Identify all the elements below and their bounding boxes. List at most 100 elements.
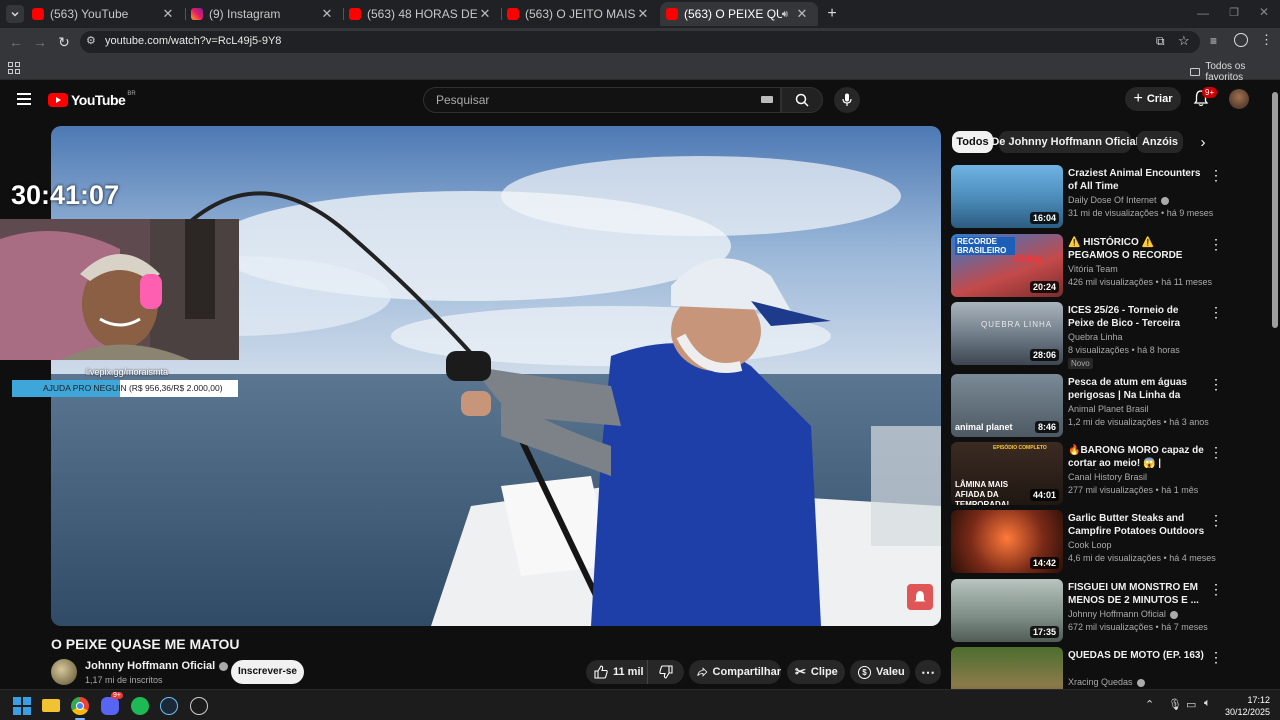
recommendation-title[interactable]: Garlic Butter Steaks and Campfire Potato… [1068, 512, 1206, 538]
more-options-icon[interactable]: ⋮ [1209, 304, 1223, 320]
search-button[interactable] [781, 87, 823, 113]
recommendation-channel[interactable]: Canal History Brasil [1068, 472, 1147, 482]
bell-subscribe-overlay-button[interactable] [907, 584, 933, 610]
close-tab-icon[interactable]: ✕ [319, 6, 335, 22]
create-button[interactable]: + Criar [1125, 87, 1181, 111]
recommendation-item[interactable]: 16:04 Craziest Animal Encounters of All T… [951, 165, 1271, 229]
recommendation-channel[interactable]: Xracing Quedas [1068, 677, 1145, 687]
network-icon[interactable]: ▭ [1186, 698, 1196, 711]
discord-icon[interactable]: 9+ [101, 692, 123, 715]
tab-search-button[interactable] [6, 5, 24, 23]
apps-grid-icon[interactable] [8, 62, 20, 74]
avatar[interactable] [1229, 89, 1249, 109]
more-options-icon[interactable]: ⋮ [1209, 444, 1223, 460]
browser-tab[interactable]: (9) Instagram ✕ [185, 2, 343, 26]
scrollbar-thumb[interactable] [1272, 92, 1278, 328]
minimize-button[interactable]: — [1195, 6, 1211, 22]
volume-icon[interactable]: 🔈︎ [1204, 697, 1211, 710]
recommendation-item[interactable]: 14:42 Garlic Butter Steaks and Campfire P… [951, 510, 1271, 574]
channel-avatar[interactable] [51, 659, 77, 685]
recommendation-channel[interactable]: Johnny Hoffmann Oficial [1068, 609, 1178, 619]
keyboard-icon[interactable] [761, 96, 773, 103]
browser-tab[interactable]: (563) O JEITO MAIS PERIGOSO D ✕ [501, 2, 659, 26]
browser-tab[interactable]: (563) 48 HORAS DE PESCARIA N ✕ [343, 2, 501, 26]
recommendation-title[interactable]: Craziest Animal Encounters of All Time [1068, 167, 1206, 193]
recommendation-item[interactable]: 17:35 FISGUEI UM MONSTRO EM MENOS DE 2 MI… [951, 579, 1271, 643]
close-tab-icon[interactable]: ✕ [160, 6, 176, 22]
youtube-logo[interactable]: YouTube BR [48, 91, 136, 109]
media-controls-icon[interactable]: ≡ [1210, 34, 1217, 48]
install-app-icon[interactable]: ⧉ [1156, 34, 1165, 49]
more-options-icon[interactable]: ⋮ [1209, 581, 1223, 597]
steam-icon[interactable] [160, 697, 178, 715]
video-thumbnail[interactable]: 28:06 QUEBRA LINHA [951, 302, 1063, 365]
close-tab-icon[interactable]: ✕ [477, 6, 493, 22]
more-options-icon[interactable]: ⋮ [1209, 376, 1223, 392]
video-thumbnail[interactable]: 16:04 [951, 165, 1063, 228]
speaker-icon[interactable]: 🔊︎ [782, 9, 788, 20]
recommendation-item[interactable]: 44:01 EPISÓDIO COMPLETO LÂMINA MAIS AFIADA… [951, 442, 1271, 506]
voice-search-button[interactable] [834, 87, 860, 113]
recommendation-channel[interactable]: Quebra Linha [1068, 332, 1123, 342]
more-options-icon[interactable]: ⋮ [1209, 167, 1223, 183]
new-tab-button[interactable]: + [822, 4, 842, 24]
video-thumbnail[interactable]: 14:42 [951, 510, 1063, 573]
chip-hooks[interactable]: Anzóis [1137, 131, 1183, 153]
close-tab-icon[interactable]: ✕ [794, 6, 810, 22]
search-input[interactable]: Pesquisar [423, 87, 781, 113]
recommendation-item[interactable]: 8:46 animal planet Pesca de atum em águas … [951, 374, 1271, 438]
recommendation-title[interactable]: ICES 25/26 - Torneio de Peixe de Bico - … [1068, 304, 1206, 330]
browser-tab[interactable]: (563) YouTube ✕ [26, 2, 184, 26]
like-button[interactable]: 11 mil [586, 660, 648, 684]
notifications-button[interactable]: 9+ [1193, 87, 1218, 109]
share-button[interactable]: Compartilhar [689, 660, 781, 684]
close-tab-icon[interactable]: ✕ [635, 6, 651, 22]
subscribe-button[interactable]: Inscrever-se [231, 660, 304, 684]
maximize-button[interactable]: ❐ [1226, 6, 1242, 22]
chips-next-icon[interactable]: › [1196, 134, 1210, 151]
recommendation-title[interactable]: ⚠️ HISTÓRICO ⚠️ PEGAMOS O RECORDE BRASIL… [1068, 236, 1206, 262]
windows-start-icon[interactable] [13, 697, 31, 715]
hamburger-menu-icon[interactable] [17, 93, 31, 105]
video-thumbnail[interactable]: 17:35 [951, 579, 1063, 642]
more-options-icon[interactable]: ⋮ [1209, 512, 1223, 528]
recommendation-channel[interactable]: Cook Loop [1068, 540, 1112, 550]
recommendation-title[interactable]: Pesca de atum em águas perigosas | Na Li… [1068, 376, 1206, 402]
page-scrollbar[interactable] [1271, 80, 1280, 689]
recommendation-title[interactable]: 🔥BARONG MORO capaz de cortar ao meio! 😱 … [1068, 444, 1206, 470]
recommendation-title[interactable]: QUEDAS DE MOTO (EP. 163) [1068, 649, 1206, 662]
tray-overflow-icon[interactable]: ⌃ [1145, 698, 1154, 711]
browser-menu-icon[interactable]: ⋮ [1260, 32, 1273, 48]
video-thumbnail[interactable]: 20:24 RECORDE BRASILEIRO 300kg [951, 234, 1063, 297]
reload-button[interactable]: ↻ [56, 34, 72, 50]
spotify-icon[interactable] [131, 697, 149, 715]
thanks-button[interactable]: $ Valeu [850, 660, 910, 684]
clock[interactable]: 17:12 30/12/2025 [1222, 694, 1270, 718]
browser-tab-active[interactable]: (563) O PEIXE QUASE ME MA 🔊︎ ✕ [660, 2, 818, 26]
recommendation-title[interactable]: FISGUEI UM MONSTRO EM MENOS DE 2 MINUTOS… [1068, 581, 1206, 607]
forward-button[interactable]: → [32, 34, 48, 50]
url-text[interactable]: youtube.com/watch?v=RcL49j5-9Y8 [105, 35, 281, 47]
dislike-button[interactable] [648, 660, 684, 684]
video-player[interactable] [51, 126, 941, 626]
address-bar[interactable]: ⚙︎ youtube.com/watch?v=RcL49j5-9Y8 ⧉ ☆ [80, 31, 1200, 53]
recommendation-channel[interactable]: Vitória Team [1068, 264, 1118, 274]
profile-icon[interactable] [1234, 33, 1248, 47]
recommendation-channel[interactable]: Animal Planet Brasil [1068, 404, 1149, 414]
app-icon[interactable] [190, 697, 208, 715]
mic-tray-icon[interactable]: 🎙︎ [1168, 698, 1182, 711]
file-explorer-icon[interactable] [42, 699, 60, 712]
site-info-icon[interactable]: ⚙︎ [86, 34, 100, 50]
recommendation-channel[interactable]: Daily Dose Of Internet [1068, 195, 1169, 205]
close-window-button[interactable]: ✕ [1256, 5, 1272, 21]
chip-all[interactable]: Todos [952, 131, 993, 153]
more-actions-button[interactable]: ⋯ [915, 660, 941, 684]
recommendation-item[interactable]: 28:06 QUEBRA LINHA ICES 25/26 - Torneio de… [951, 302, 1271, 369]
chrome-icon[interactable] [71, 697, 89, 715]
recommendation-item[interactable]: 20:24 RECORDE BRASILEIRO 300kg ⚠️ HISTÓRICO… [951, 234, 1271, 298]
more-options-icon[interactable]: ⋮ [1209, 649, 1223, 665]
star-icon[interactable]: ☆ [1178, 33, 1190, 49]
channel-name[interactable]: Johnny Hoffmann Oficial [85, 660, 229, 672]
chip-channel[interactable]: De Johnny Hoffmann Oficial [991, 131, 1139, 153]
video-thumbnail[interactable]: 8:46 animal planet [951, 374, 1063, 437]
